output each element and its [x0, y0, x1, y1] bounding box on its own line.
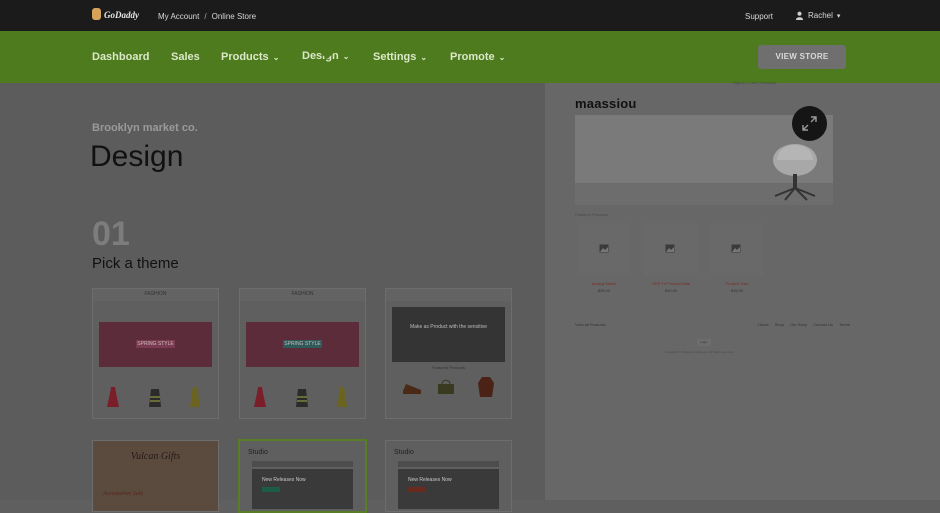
nav-dashboard[interactable]: Dashboard	[92, 51, 149, 63]
theme-hero-text: New Releases Now	[408, 477, 452, 483]
theme-thumbnail[interactable]: Vulcan Gifts Accessories Sale	[92, 440, 219, 512]
logo-mark-icon	[92, 8, 101, 20]
image-placeholder-icon	[731, 244, 741, 253]
nav-sales-label: Sales	[171, 51, 200, 63]
nav-products-label: Products	[221, 51, 269, 63]
preview-product-name[interactable]: GEP Fit Product Sale	[641, 281, 701, 286]
preview-product-price: $35.00	[597, 288, 611, 293]
preview-view-all-link[interactable]: View all Products	[575, 322, 606, 327]
footer-link[interactable]: Home	[758, 322, 769, 327]
theme-button	[408, 487, 426, 492]
theme-caption: Featured Products	[432, 365, 465, 370]
top-bar: GoDaddy My Account / Online Store Support …	[0, 0, 940, 31]
chevron-down-icon: ⌄	[342, 52, 350, 61]
preview-product-name[interactable]: Product Sale	[707, 281, 767, 286]
step-number: 01	[92, 215, 130, 253]
theme-brand: FASHION	[291, 291, 314, 297]
nav-products[interactable]: Products ⌄	[221, 51, 279, 63]
breadcrumb-separator: /	[204, 12, 207, 21]
preview-copyright: Copyright © Brooklyn market co. All righ…	[665, 350, 734, 354]
bag-icon	[438, 379, 454, 394]
theme-label: Studio	[248, 449, 268, 456]
skirt-icon	[149, 389, 161, 407]
preview-top-links: Sign In | Cart | Checkout	[733, 80, 777, 85]
preview-store-name: maassiou	[575, 96, 637, 111]
expand-icon	[802, 116, 817, 131]
theme-header	[252, 461, 353, 467]
theme-hero-image: SPRING STYLE	[99, 322, 212, 367]
skirt-icon	[296, 389, 308, 407]
theme-label: Studio	[394, 449, 414, 456]
step-label: Pick a theme	[92, 255, 179, 272]
theme-header: FASHION	[93, 289, 218, 301]
preview-footer-links: Home Shop Our Story Contact Us Terms	[758, 322, 856, 327]
theme-thumbnail[interactable]: Make as Product with the sensitive Featu…	[385, 288, 512, 419]
dress-icon	[337, 387, 347, 407]
theme-hero-label: SPRING STYLE	[136, 340, 175, 349]
theme-thumbnail[interactable]: FASHION SPRING STYLE	[239, 288, 366, 419]
shoe-icon	[403, 384, 421, 394]
godaddy-logo[interactable]: GoDaddy	[92, 7, 144, 23]
nav-settings[interactable]: Settings ⌄	[373, 51, 427, 63]
dress-icon	[190, 387, 200, 407]
nav-promote[interactable]: Promote ⌄	[450, 51, 505, 63]
chevron-down-icon: ⌄	[498, 53, 506, 62]
preview-product-card[interactable]	[644, 223, 697, 275]
page-title: Design	[90, 140, 184, 173]
theme-header: FASHION	[240, 289, 365, 301]
footer-link[interactable]: Terms	[839, 322, 850, 327]
support-link[interactable]: Support	[745, 12, 773, 21]
preview-featured-label: Featured Products	[575, 212, 608, 217]
nav-sales[interactable]: Sales	[171, 51, 200, 63]
theme-hero-text: New Releases Now	[262, 477, 306, 483]
preview-product-card[interactable]	[710, 223, 763, 275]
theme-header	[386, 289, 511, 301]
theme-hero-image	[392, 307, 505, 362]
nav-dashboard-label: Dashboard	[92, 51, 150, 63]
theme-brand: FASHION	[144, 291, 167, 297]
image-placeholder-icon	[599, 244, 609, 253]
nav-promote-label: Promote	[450, 51, 495, 63]
store-subtitle: Brooklyn market co.	[92, 122, 198, 134]
theme-hero-image: SPRING STYLE	[246, 322, 359, 367]
theme-button	[262, 487, 280, 492]
theme-header	[398, 461, 499, 467]
theme-hero-label: SPRING STYLE	[283, 340, 322, 349]
footer-link[interactable]: Contact Us	[813, 322, 833, 327]
jacket-icon	[478, 377, 494, 397]
active-nav-pointer	[318, 51, 336, 59]
chevron-down-icon: ▾	[836, 12, 841, 20]
view-store-button[interactable]: VIEW STORE	[758, 45, 846, 69]
expand-preview-button[interactable]	[792, 106, 827, 141]
theme-thumbnail[interactable]: FASHION SPRING STYLE	[92, 288, 219, 419]
dress-icon	[107, 387, 119, 407]
preview-product-price: $10.00	[664, 288, 678, 293]
chevron-down-icon: ⌄	[272, 53, 280, 62]
dress-icon	[254, 387, 266, 407]
user-icon	[795, 11, 804, 20]
breadcrumb-online-store[interactable]: Online Store	[212, 12, 256, 21]
theme-hero-text: Make as Product with the sensitive	[410, 324, 487, 330]
footer-link[interactable]: Our Story	[790, 322, 807, 327]
preview-product-name[interactable]: Analog Watch	[574, 281, 634, 286]
breadcrumb: My Account / Online Store	[158, 12, 256, 21]
theme-text: Accessories Sale	[103, 491, 144, 497]
user-name: Rachel	[808, 11, 833, 20]
breadcrumb-my-account[interactable]: My Account	[158, 12, 199, 21]
chair-image	[773, 144, 817, 201]
chevron-down-icon: ⌄	[420, 53, 428, 62]
logo-text: GoDaddy	[104, 10, 139, 20]
preview-product-card[interactable]	[578, 223, 631, 275]
theme-thumbnail[interactable]: Studio New Releases Now	[385, 440, 512, 512]
preview-login-button[interactable]: Login	[697, 339, 711, 346]
user-menu[interactable]: Rachel ▾	[795, 11, 840, 20]
preview-product-price: $45.00	[730, 288, 744, 293]
theme-title: Vulcan Gifts	[130, 451, 181, 462]
image-placeholder-icon	[665, 244, 675, 253]
theme-thumbnail-selected[interactable]: Studio New Releases Now	[238, 439, 367, 513]
footer-link[interactable]: Shop	[775, 322, 784, 327]
nav-settings-label: Settings	[373, 51, 417, 63]
